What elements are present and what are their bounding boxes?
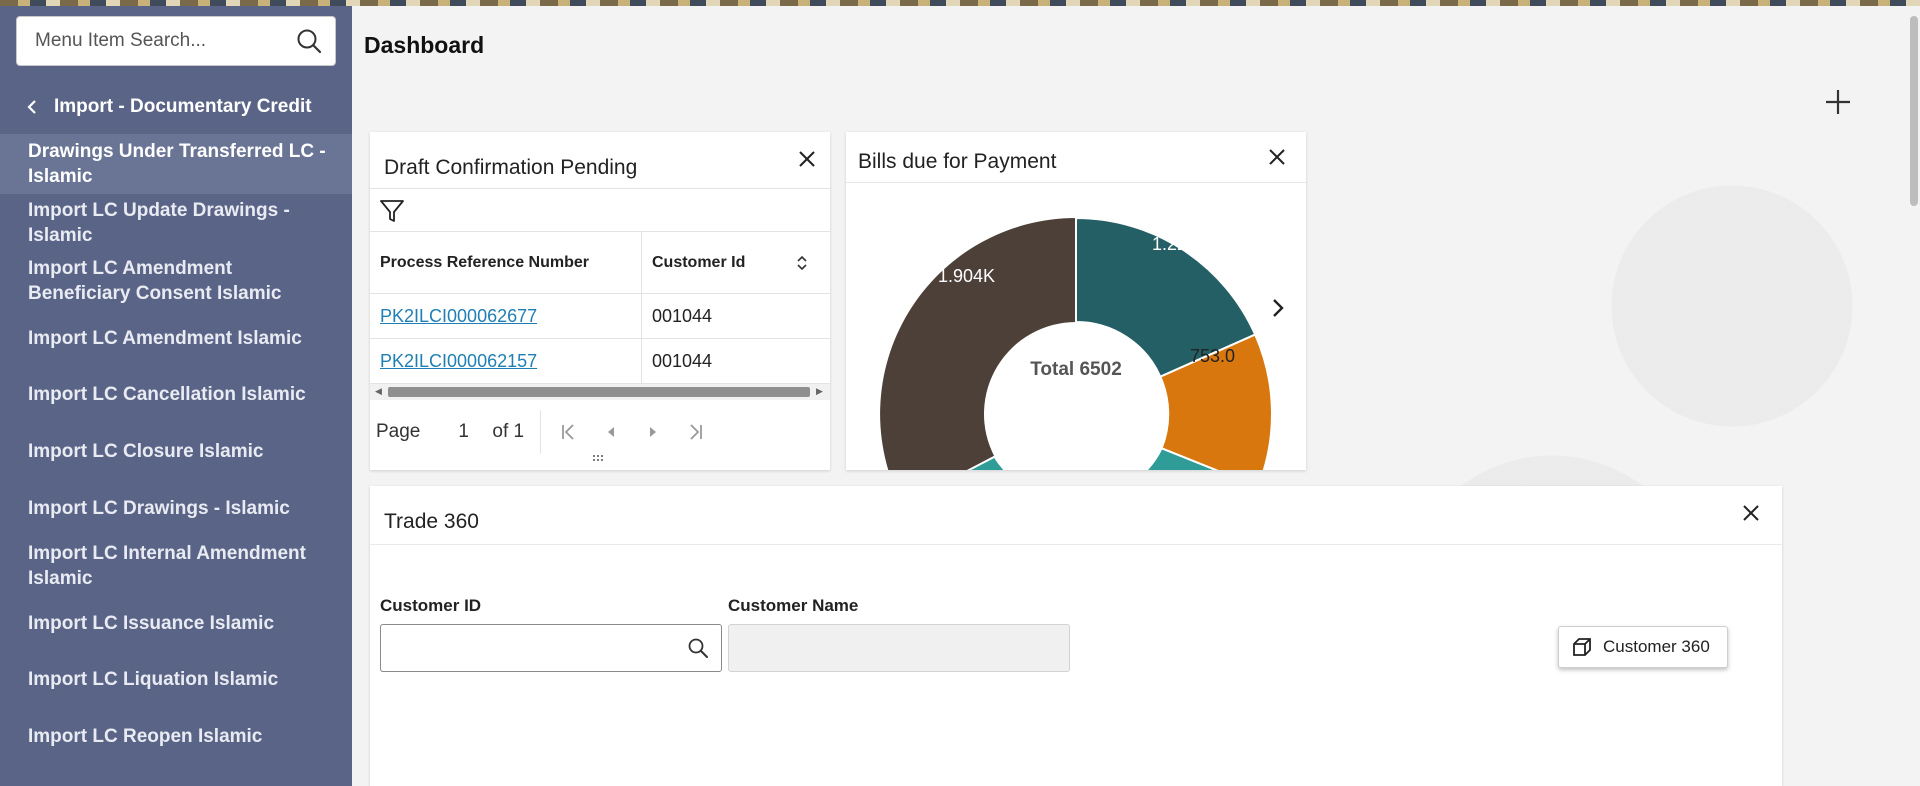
sidebar-item-label: Import LC Cancellation Islamic	[28, 384, 306, 405]
pagination-bar: Page 1 of 1	[370, 402, 830, 462]
resize-grip-icon[interactable]	[592, 454, 604, 462]
search-icon[interactable]	[687, 637, 709, 659]
chevron-right-icon[interactable]	[1266, 296, 1290, 320]
sidebar-item-import-lc-internal-amendment-islamic[interactable]: Import LC Internal Amendment Islamic	[0, 537, 352, 595]
filter-icon[interactable]	[378, 197, 406, 225]
donut-label-1904k: 1.904K	[938, 266, 995, 286]
customer-id-cell: 001044	[652, 350, 713, 371]
sidebar-item-import-lc-cancellation-islamic[interactable]: Import LC Cancellation Islamic	[0, 366, 352, 423]
sidebar-item-label: Import LC Internal Amendment Islamic	[28, 543, 306, 589]
sidebar-item-import-lc-closure-islamic[interactable]: Import LC Closure Islamic	[0, 423, 352, 480]
customer-id-cell: 001044	[652, 305, 713, 326]
chevron-left-icon	[27, 100, 36, 114]
pager-nav	[557, 420, 707, 444]
column-header-process-reference[interactable]: Process Reference Number	[370, 232, 642, 293]
last-page-icon[interactable]	[683, 420, 707, 444]
filter-bar	[370, 188, 830, 232]
close-icon[interactable]	[1266, 146, 1288, 168]
sidebar-item-drawings-under-transferred-lc-islamic[interactable]: Drawings Under Transferred LC - Islamic	[0, 134, 352, 194]
customer-id-label: Customer ID	[380, 596, 482, 615]
card-divider	[846, 182, 1306, 183]
pager-divider	[540, 410, 542, 454]
bills-due-card: 1.221K 753.0 1.904K Total 6502 Bills due…	[846, 132, 1306, 470]
donut-label-753: 753.0	[1190, 346, 1235, 366]
sidebar: Import - Documentary Credit Drawings Und…	[0, 6, 352, 786]
next-page-icon[interactable]	[641, 420, 665, 444]
cube-icon	[1573, 638, 1591, 656]
scroll-left-arrow-icon[interactable]: ◀	[375, 386, 382, 397]
sidebar-item-label: Import LC Update Drawings - Islamic	[28, 200, 290, 246]
scrollbar-thumb[interactable]	[388, 387, 810, 397]
sidebar-item-import-lc-amendment-beneficiary-consent[interactable]: Import LC Amendment Beneficiary Consent …	[0, 252, 352, 310]
trade-card-title: Trade 360	[384, 510, 479, 533]
column-header-label: Customer Id	[652, 253, 746, 271]
draft-card-title: Draft Confirmation Pending	[384, 156, 638, 179]
table-row: PK2ILCI000062157 001044	[370, 339, 830, 384]
previous-page-icon[interactable]	[599, 420, 623, 444]
process-reference-link[interactable]: PK2ILCI000062677	[380, 306, 537, 327]
main-content: Dashboard Draft Confirmation Pending Pro…	[352, 6, 1920, 786]
menu-search-box[interactable]	[16, 16, 336, 66]
customer-id-field[interactable]	[380, 624, 722, 672]
page-number-input[interactable]: 1	[458, 421, 492, 443]
page-scrollbar[interactable]	[1910, 16, 1918, 206]
sidebar-item-import-lc-update-drawings-islamic[interactable]: Import LC Update Drawings - Islamic	[0, 194, 352, 252]
table-horizontal-scrollbar[interactable]: ◀ ▶	[370, 384, 830, 400]
page-title: Dashboard	[364, 32, 485, 58]
sidebar-item-label: Import LC Liquation Islamic	[28, 669, 279, 690]
customer-360-label: Customer 360	[1603, 637, 1710, 656]
draft-confirmation-card: Draft Confirmation Pending Process Refer…	[370, 132, 830, 470]
sidebar-item-import-lc-amendment-islamic[interactable]: Import LC Amendment Islamic	[0, 310, 352, 366]
first-page-icon[interactable]	[557, 420, 581, 444]
sidebar-item-label: Import LC Amendment Beneficiary Consent …	[28, 258, 282, 304]
sidebar-item-label: Import LC Closure Islamic	[28, 441, 264, 462]
trade-360-card: Trade 360 Customer ID Customer Name Cust…	[370, 486, 1782, 786]
sidebar-menu: Drawings Under Transferred LC - Islamic …	[0, 134, 352, 765]
sidebar-item-label: Import LC Reopen Islamic	[28, 726, 263, 747]
sidebar-item-label: Import LC Amendment Islamic	[28, 327, 302, 349]
customer-name-field[interactable]	[728, 624, 1070, 672]
menu-search-input[interactable]	[35, 30, 295, 52]
table-header-row: Process Reference Number Customer Id	[370, 232, 830, 294]
donut-label-1221k: 1.221K	[1152, 234, 1209, 254]
card-divider	[370, 544, 1782, 545]
sidebar-item-import-lc-reopen-islamic[interactable]: Import LC Reopen Islamic	[0, 708, 352, 765]
sort-icon[interactable]	[796, 255, 808, 271]
table-row: PK2ILCI000062677 001044	[370, 294, 830, 339]
sidebar-item-label: Import LC Issuance Islamic	[28, 612, 275, 634]
draft-table: Process Reference Number Customer Id PK2…	[370, 232, 830, 384]
column-header-customer-id[interactable]: Customer Id	[642, 232, 830, 293]
sidebar-section-title: Import - Documentary Credit	[54, 96, 312, 117]
sidebar-item-import-lc-liquation-islamic[interactable]: Import LC Liquation Islamic	[0, 651, 352, 708]
donut-center-total: Total 6502	[1030, 359, 1122, 380]
sidebar-item-import-lc-issuance-islamic[interactable]: Import LC Issuance Islamic	[0, 595, 352, 651]
sidebar-item-import-lc-drawings-islamic[interactable]: Import LC Drawings - Islamic	[0, 480, 352, 537]
scroll-right-arrow-icon[interactable]: ▶	[816, 386, 823, 397]
sidebar-item-label: Import LC Drawings - Islamic	[28, 498, 290, 519]
donut-segment-brown[interactable]	[880, 218, 1076, 470]
search-icon[interactable]	[295, 27, 323, 55]
page-count: of 1	[492, 421, 525, 442]
customer-name-label: Customer Name	[728, 596, 859, 615]
add-widget-icon[interactable]	[1822, 86, 1854, 118]
close-icon[interactable]	[796, 148, 818, 170]
sidebar-section-back[interactable]: Import - Documentary Credit	[0, 86, 352, 128]
customer-360-button[interactable]: Customer 360	[1558, 626, 1728, 668]
page-label: Page	[376, 421, 421, 442]
close-icon[interactable]	[1740, 502, 1762, 524]
bills-card-title: Bills due for Payment	[858, 150, 1057, 173]
process-reference-link[interactable]: PK2ILCI000062157	[380, 351, 537, 372]
sidebar-item-label: Drawings Under Transferred LC - Islamic	[28, 141, 326, 187]
